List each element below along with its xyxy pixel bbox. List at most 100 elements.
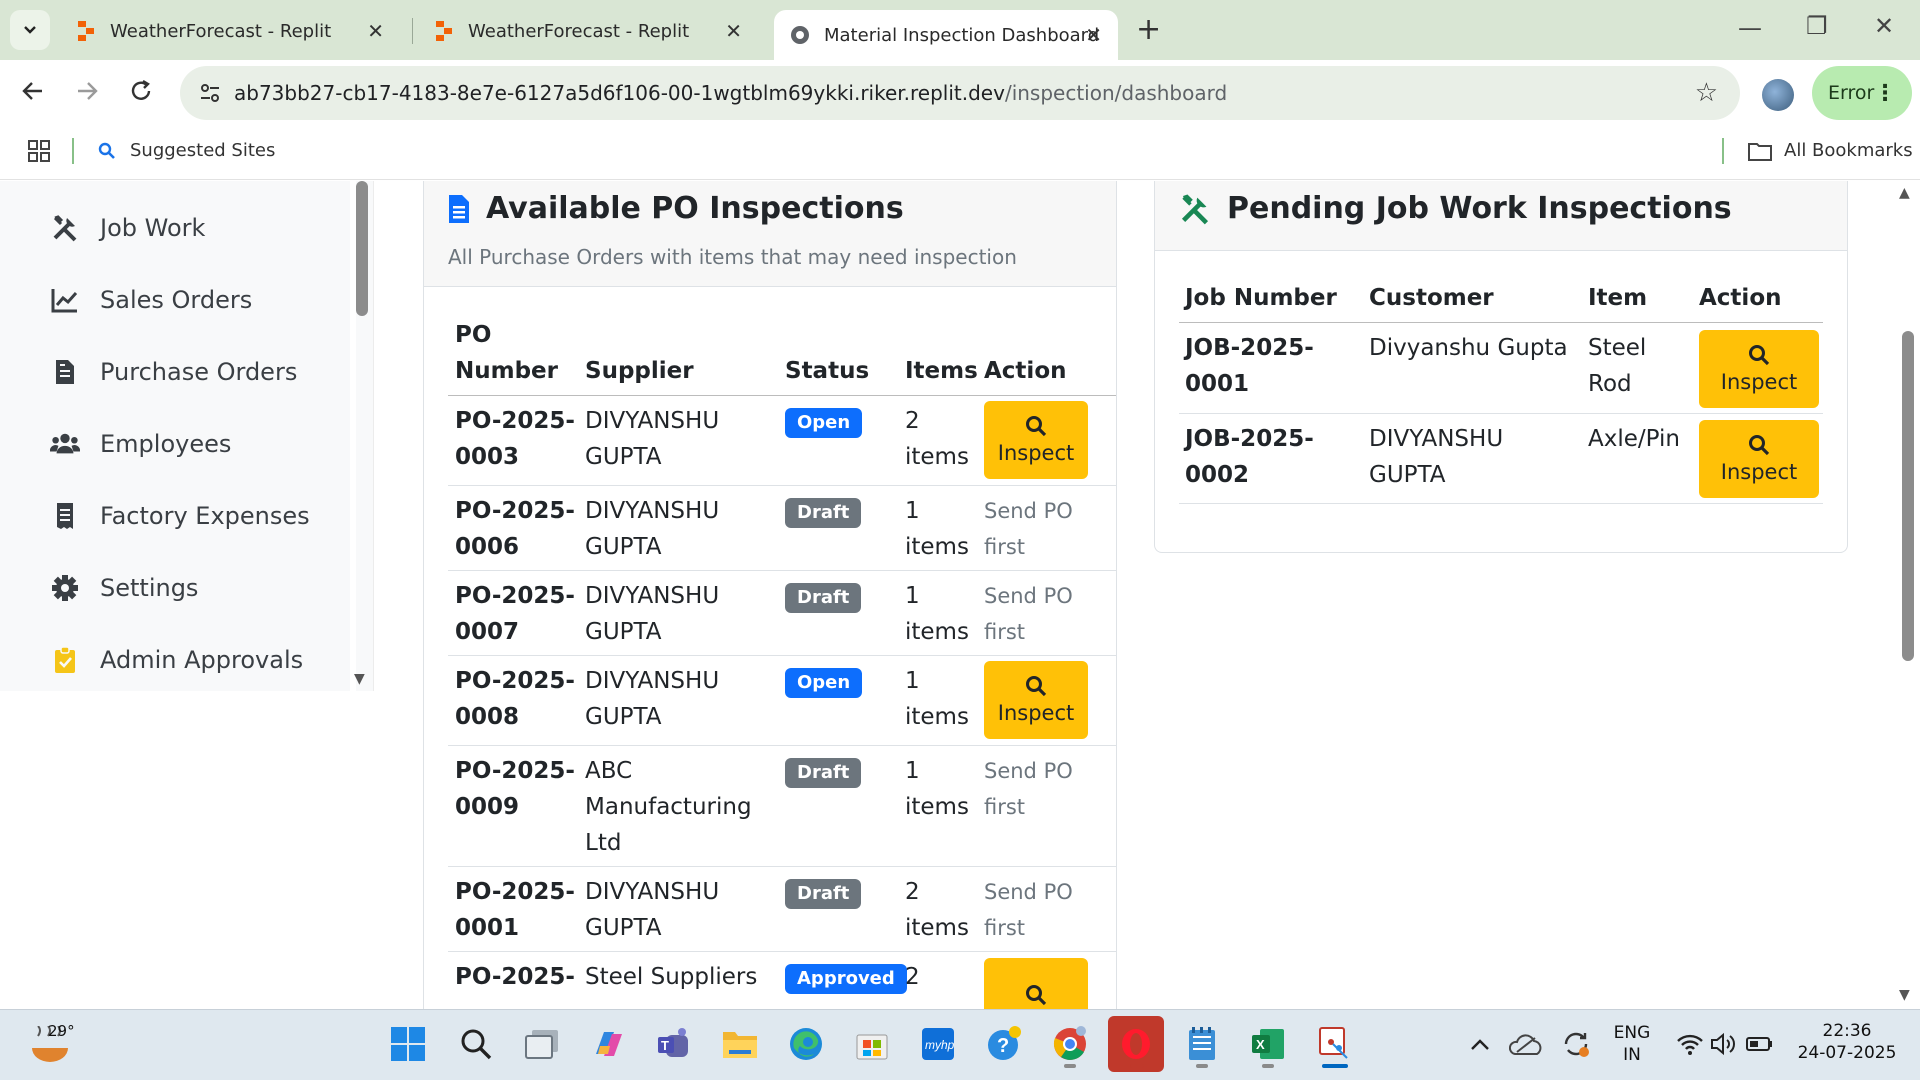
myhp-icon[interactable]: myhp: [918, 1024, 958, 1064]
close-tab-icon[interactable]: ✕: [367, 19, 384, 43]
reload-icon[interactable]: [128, 78, 154, 111]
tab-search-button[interactable]: [10, 10, 50, 50]
close-tab-icon[interactable]: ✕: [1085, 23, 1102, 47]
status-badge: Open: [785, 668, 863, 698]
windows-start-icon[interactable]: [388, 1024, 428, 1064]
tools-icon: [50, 213, 80, 243]
search-icon: [98, 142, 115, 159]
supplier-line: Manufacturing: [585, 794, 752, 820]
tab-weatherforecast-2[interactable]: WeatherForecast - Replit ✕: [418, 10, 758, 52]
bookmark-bar: [0, 128, 1920, 180]
tab-weatherforecast-1[interactable]: WeatherForecast - Replit ✕: [60, 10, 400, 52]
page-scroll-up-icon[interactable]: ▲: [1899, 185, 1910, 201]
file-explorer-icon[interactable]: [720, 1024, 760, 1064]
url-text: ab73bb27-cb17-4183-8e7e-6127a5d6f106-00-…: [234, 81, 1227, 105]
sidebar-item-purchase-orders[interactable]: Purchase Orders: [50, 357, 297, 387]
bookmark-label: Suggested Sites: [130, 140, 276, 161]
back-icon[interactable]: [20, 78, 46, 111]
action-note-line: first: [984, 620, 1026, 644]
bookmark-suggested-sites[interactable]: Suggested Sites: [98, 140, 275, 161]
tab-title: Material Inspection Dashboard: [824, 24, 1100, 46]
chevron-down-icon: [24, 26, 36, 34]
close-window-icon[interactable]: ✕: [1874, 12, 1894, 40]
microsoft-store-icon[interactable]: [852, 1024, 892, 1064]
copilot-icon[interactable]: [588, 1024, 628, 1064]
po-number-part: PO-2025-: [455, 879, 575, 905]
minimize-icon[interactable]: —: [1738, 14, 1762, 42]
supplier: DIVYANSHU GUPTA: [585, 493, 719, 565]
po-card-header: Available PO Inspections All Purchase Or…: [424, 181, 1116, 287]
inspect-button[interactable]: Inspect: [1699, 420, 1819, 498]
error-menu-button[interactable]: Error ⋮: [1812, 66, 1912, 120]
sidebar-scrollbar-thumb[interactable]: [356, 181, 368, 316]
profile-avatar[interactable]: [1762, 79, 1794, 111]
po-number-part: 0006: [455, 534, 520, 560]
address-bar[interactable]: ab73bb27-cb17-4183-8e7e-6127a5d6f106-00-…: [180, 66, 1740, 120]
items-count: 2: [905, 964, 920, 990]
teams-icon[interactable]: T: [654, 1024, 694, 1064]
items-count-unit: items: [905, 619, 969, 645]
po-inspections-card: Available PO Inspections All Purchase Or…: [423, 181, 1117, 1009]
sidebar-item-label: Purchase Orders: [100, 358, 298, 386]
all-bookmarks-button[interactable]: All Bookmarks: [1748, 140, 1913, 161]
close-tab-icon[interactable]: ✕: [725, 19, 742, 43]
inspect-button[interactable]: Inspect: [984, 661, 1088, 739]
forward-icon[interactable]: [74, 78, 100, 111]
chrome-icon[interactable]: [1050, 1024, 1090, 1064]
items-count: 1 items: [905, 753, 969, 825]
apps-grid-icon[interactable]: [28, 140, 50, 166]
inspect-button[interactable]: [984, 958, 1088, 1009]
inspect-label: Inspect: [997, 701, 1075, 725]
edge-icon[interactable]: [786, 1024, 826, 1064]
page-scrollbar-thumb[interactable]: [1902, 331, 1914, 661]
row-divider: [448, 485, 1116, 486]
onedrive-icon[interactable]: [1506, 1024, 1546, 1064]
restore-icon[interactable]: ❐: [1806, 12, 1828, 40]
battery-icon[interactable]: [1740, 1024, 1780, 1064]
sidebar-item-employees[interactable]: Employees: [50, 429, 231, 459]
file-invoice-icon: [50, 357, 80, 387]
supplier-line: GUPTA: [585, 444, 662, 470]
clock[interactable]: 22:36 24-07-2025: [1792, 1020, 1902, 1064]
bookmark-star-icon[interactable]: ☆: [1695, 78, 1718, 108]
po-number-part: 0007: [455, 619, 520, 645]
task-view-icon[interactable]: [522, 1024, 562, 1064]
more-vert-icon: ⋮: [1874, 80, 1896, 106]
col-header-status: Status: [785, 358, 870, 384]
supplier: DIVYANSHU GUPTA: [585, 874, 719, 946]
snipping-tool-icon[interactable]: [1314, 1024, 1354, 1064]
site-settings-icon[interactable]: [198, 81, 222, 109]
sidebar-item-sales-orders[interactable]: Sales Orders: [50, 285, 252, 315]
col-header-job-number: Job Number: [1185, 285, 1337, 311]
notepad-icon[interactable]: [1182, 1024, 1222, 1064]
sync-icon[interactable]: [1556, 1024, 1596, 1064]
col-header-action: Action: [984, 358, 1067, 384]
page-scroll-down-icon[interactable]: ▼: [1899, 987, 1910, 1003]
items-count: 1 items: [905, 493, 969, 565]
new-tab-button[interactable]: +: [1136, 12, 1161, 47]
show-hidden-icons-chevron-icon[interactable]: [1460, 1024, 1500, 1064]
status-badge: Draft: [785, 498, 862, 528]
tab-material-inspection-dashboard[interactable]: Material Inspection Dashboard ✕: [774, 10, 1118, 60]
language-indicator[interactable]: ENG IN: [1610, 1022, 1654, 1066]
inspect-label: Inspect: [1720, 460, 1798, 484]
col-header-items: Items: [905, 358, 978, 384]
sidebar-item-admin-approvals[interactable]: Admin Approvals: [50, 645, 303, 675]
get-help-icon[interactable]: ?: [984, 1024, 1024, 1064]
inspect-button[interactable]: Inspect: [984, 401, 1088, 479]
inspect-button[interactable]: Inspect: [1699, 330, 1819, 408]
items-count: 2 items: [905, 403, 969, 475]
taskbar-search-icon[interactable]: [456, 1024, 496, 1064]
job-card-title-text: Pending Job Work Inspections: [1227, 191, 1732, 226]
sidebar-item-label: Settings: [100, 574, 199, 602]
sidebar-item-factory-expenses[interactable]: Factory Expenses: [50, 501, 310, 531]
sidebar-scroll-down-icon[interactable]: ▼: [354, 671, 365, 687]
replit-icon: [76, 21, 96, 41]
excel-icon[interactable]: X: [1248, 1024, 1288, 1064]
items-count-unit: items: [905, 534, 969, 560]
volume-icon[interactable]: [1704, 1024, 1744, 1064]
sidebar-item-job-work[interactable]: Job Work: [50, 213, 205, 243]
job-work-inspections-card: Pending Job Work Inspections Job Number …: [1154, 181, 1848, 553]
customer-line: DIVYANSHU: [1369, 426, 1504, 452]
sidebar-item-settings[interactable]: Settings: [50, 573, 198, 603]
